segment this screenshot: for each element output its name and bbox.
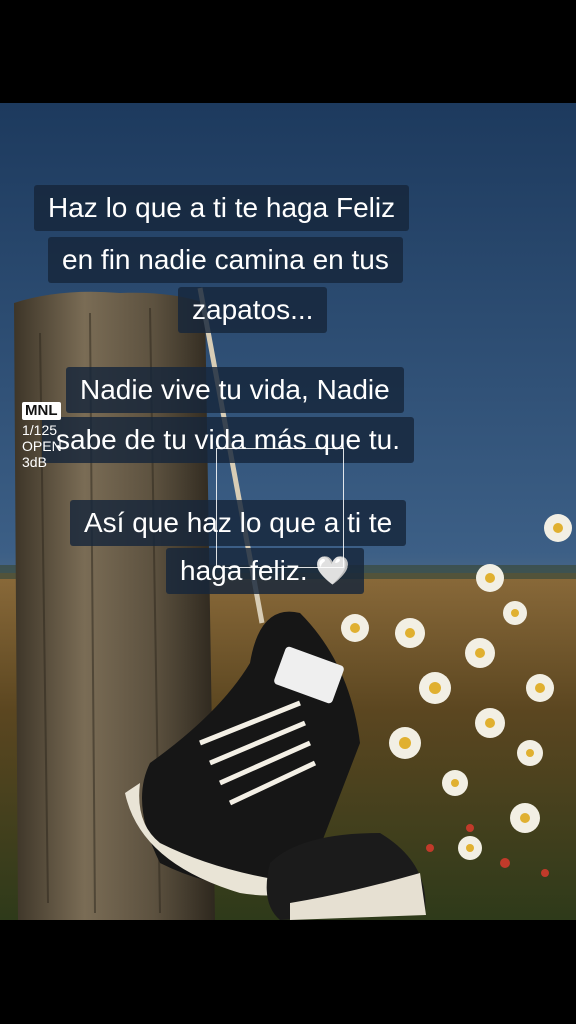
caption-line-2: en fin nadie camina en tus xyxy=(48,237,403,283)
aperture-value: OPEN xyxy=(22,438,62,454)
shutter-speed: 1/125 xyxy=(22,422,58,438)
caption-text: Nadie vive tu vida, Nadie xyxy=(80,374,390,405)
caption-text: zapatos... xyxy=(192,294,314,325)
letterbox-bottom xyxy=(0,920,576,1024)
camera-mode-badge: MNL xyxy=(22,402,61,420)
caption-line-4: Nadie vive tu vida, Nadie xyxy=(66,367,404,413)
camera-overlay: MNL 1/125 OPEN 3dB xyxy=(22,402,62,470)
caption-line-3: zapatos... xyxy=(178,287,328,333)
gain-value: 3dB xyxy=(22,454,47,470)
letterbox-top xyxy=(0,0,576,103)
caption-text: Haz lo que a ti te haga Feliz xyxy=(48,192,396,223)
camera-focus-frame xyxy=(216,448,344,568)
caption-line-1: Haz lo que a ti te haga Feliz xyxy=(34,185,410,231)
caption-text: en fin nadie camina en tus xyxy=(62,244,389,275)
